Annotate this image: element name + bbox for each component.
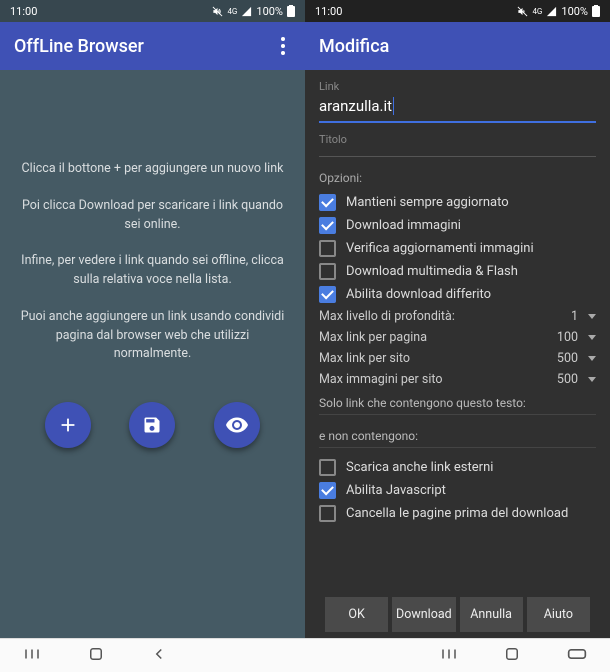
filter-contains-input[interactable] xyxy=(319,414,596,415)
checkbox-delete-pages[interactable]: Cancella le pagine prima del download xyxy=(319,502,596,525)
title-input[interactable] xyxy=(319,146,596,157)
checkbox-external-links[interactable]: Scarica anche link esterni xyxy=(319,456,596,479)
checkbox-icon xyxy=(319,505,336,522)
view-button[interactable] xyxy=(214,402,260,448)
app-bar: Modifica xyxy=(305,22,610,70)
battery-icon xyxy=(287,5,295,17)
network-label: 4G xyxy=(532,7,542,16)
battery-icon xyxy=(592,5,600,17)
add-button[interactable] xyxy=(45,402,91,448)
checkbox-download-images[interactable]: Download immagini xyxy=(319,214,596,237)
checkbox-icon xyxy=(319,482,336,499)
title-label: Titolo xyxy=(319,133,596,146)
network-label: 4G xyxy=(227,7,237,16)
app-bar: OffLine Browser xyxy=(0,22,305,70)
checkbox-icon xyxy=(319,217,336,234)
checkbox-multimedia[interactable]: Download multimedia & Flash xyxy=(319,260,596,283)
mute-icon xyxy=(517,6,528,17)
intro-text-2: Poi clicca Download per scaricare i link… xyxy=(18,197,287,235)
status-time: 11:00 xyxy=(315,5,342,18)
eye-icon xyxy=(225,413,249,437)
checkbox-icon xyxy=(319,194,336,211)
checkbox-deferred[interactable]: Abilita download differito xyxy=(319,283,596,306)
status-bar: 11:00 4G 100% xyxy=(305,0,610,22)
chevron-down-icon xyxy=(588,314,596,319)
signal-icon xyxy=(546,6,557,17)
link-input[interactable]: aranzulla.it xyxy=(319,93,596,123)
home-button[interactable] xyxy=(503,645,521,667)
link-label: Link xyxy=(319,80,596,93)
chevron-down-icon xyxy=(588,377,596,382)
ok-button[interactable]: OK xyxy=(325,597,388,632)
plus-icon xyxy=(57,414,79,436)
cancel-button[interactable]: Annulla xyxy=(460,597,523,632)
max-link-page-dropdown[interactable]: Max link per pagina 100 xyxy=(319,327,596,348)
download-button[interactable] xyxy=(129,402,175,448)
save-icon xyxy=(142,415,162,435)
checkbox-icon xyxy=(319,263,336,280)
android-nav-bar xyxy=(0,638,610,672)
max-link-site-dropdown[interactable]: Max link per sito 500 xyxy=(319,348,596,369)
checkbox-javascript[interactable]: Abilita Javascript xyxy=(319,479,596,502)
checkbox-keep-updated[interactable]: Mantieni sempre aggiornato xyxy=(319,191,596,214)
status-time: 11:00 xyxy=(10,5,37,18)
overflow-menu-icon[interactable] xyxy=(275,31,291,61)
filter-not-label: e non contengono: xyxy=(319,429,596,443)
download-button[interactable]: Download xyxy=(392,597,455,632)
recents-button[interactable] xyxy=(440,645,458,667)
back-button[interactable] xyxy=(150,645,168,667)
status-bar: 11:00 4G 100% xyxy=(0,0,305,22)
intro-text-4: Puoi anche aggiungere un link usando con… xyxy=(18,308,287,364)
recents-button[interactable] xyxy=(23,645,41,667)
checkbox-verify-images[interactable]: Verifica aggiornamenti immagini xyxy=(319,237,596,260)
chevron-down-icon xyxy=(588,335,596,340)
filter-not-input[interactable] xyxy=(319,447,596,448)
intro-text-3: Infine, per vedere i link quando sei off… xyxy=(18,252,287,290)
checkbox-icon xyxy=(319,240,336,257)
signal-icon xyxy=(241,6,252,17)
home-button[interactable] xyxy=(87,645,105,667)
battery-percent: 100% xyxy=(256,5,283,18)
checkbox-icon xyxy=(319,286,336,303)
filter-contains-label: Solo link che contengono questo testo: xyxy=(319,396,596,410)
intro-text-1: Clicca il bottone + per aggiungere un nu… xyxy=(22,160,284,179)
max-images-site-dropdown[interactable]: Max immagini per sito 500 xyxy=(319,369,596,390)
battery-percent: 100% xyxy=(561,5,588,18)
mute-icon xyxy=(212,6,223,17)
chevron-down-icon xyxy=(588,356,596,361)
checkbox-icon xyxy=(319,459,336,476)
options-label: Opzioni: xyxy=(319,171,596,185)
back-button[interactable] xyxy=(567,646,587,665)
max-depth-dropdown[interactable]: Max livello di profondità: 1 xyxy=(319,306,596,327)
help-button[interactable]: Aiuto xyxy=(527,597,590,632)
app-title: Modifica xyxy=(319,36,389,57)
app-title: OffLine Browser xyxy=(14,36,144,57)
